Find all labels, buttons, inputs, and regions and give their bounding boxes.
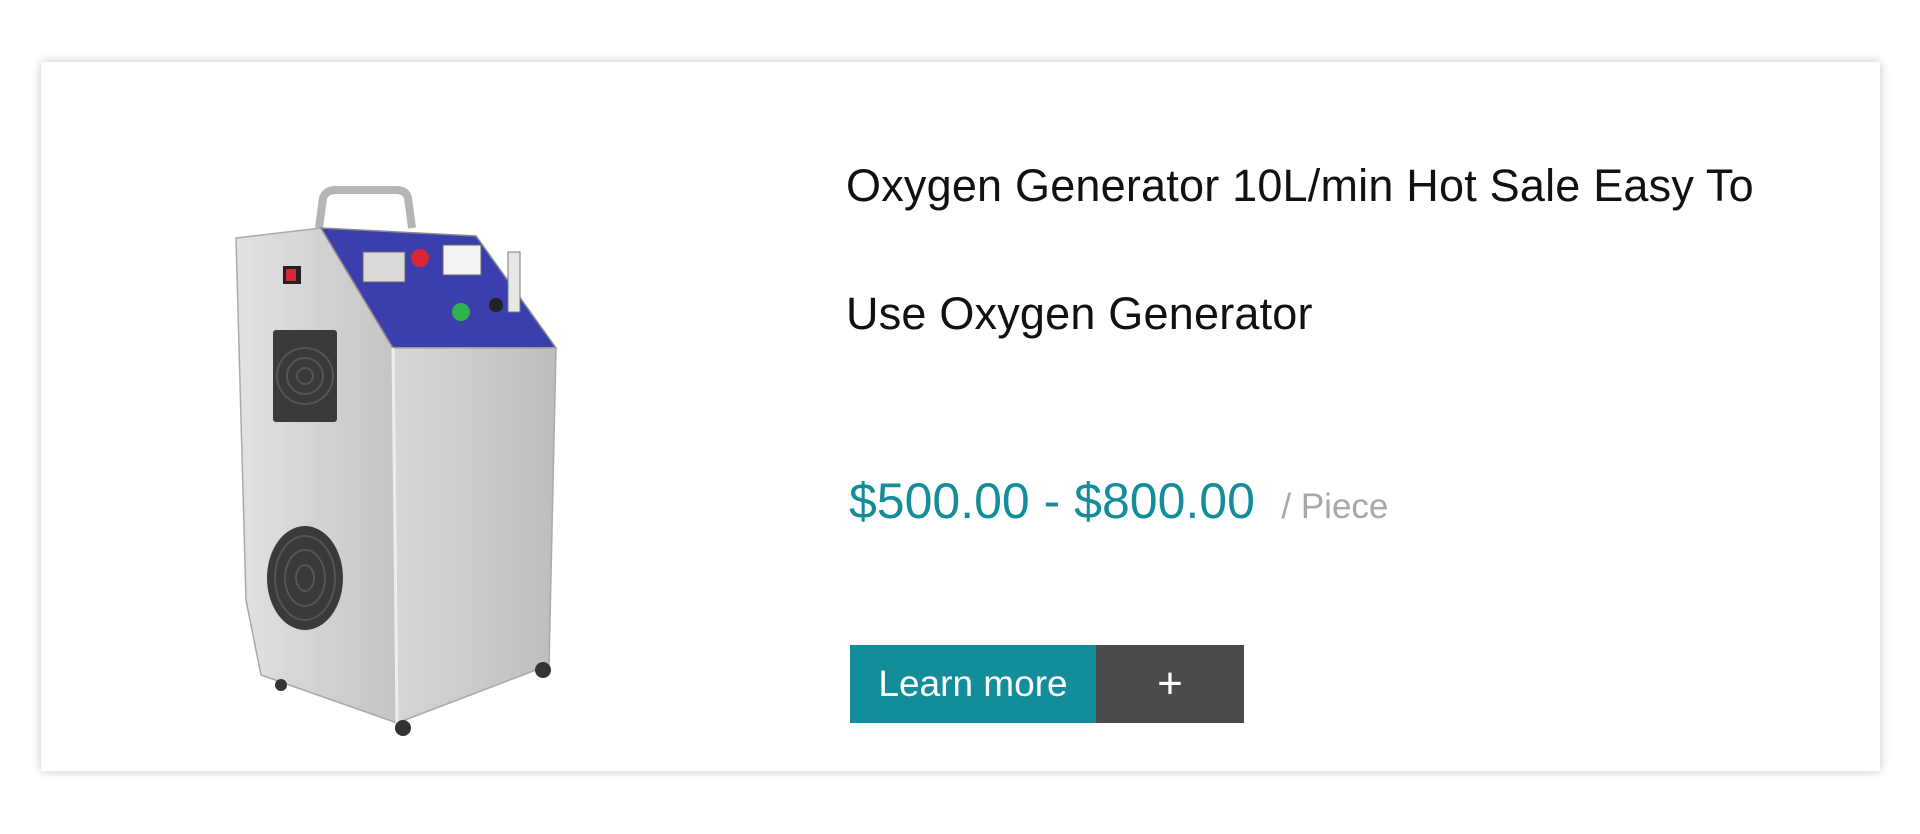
product-title[interactable]: Oxygen Generator 10L/min Hot Sale Easy T… [846, 122, 1846, 378]
product-card: Oxygen Generator 10L/min Hot Sale Easy T… [41, 62, 1880, 771]
action-buttons: Learn more + [850, 645, 1244, 723]
plus-icon: + [1157, 659, 1183, 708]
product-image[interactable] [221, 120, 661, 740]
add-button[interactable]: + [1096, 645, 1244, 723]
product-info: Oxygen Generator 10L/min Hot Sale Easy T… [846, 122, 1846, 723]
price-row: $500.00 - $800.00 / Piece [849, 472, 1388, 530]
price-range: $500.00 - $800.00 [849, 473, 1255, 529]
price-unit: / Piece [1281, 487, 1389, 526]
learn-more-button[interactable]: Learn more [850, 645, 1096, 723]
